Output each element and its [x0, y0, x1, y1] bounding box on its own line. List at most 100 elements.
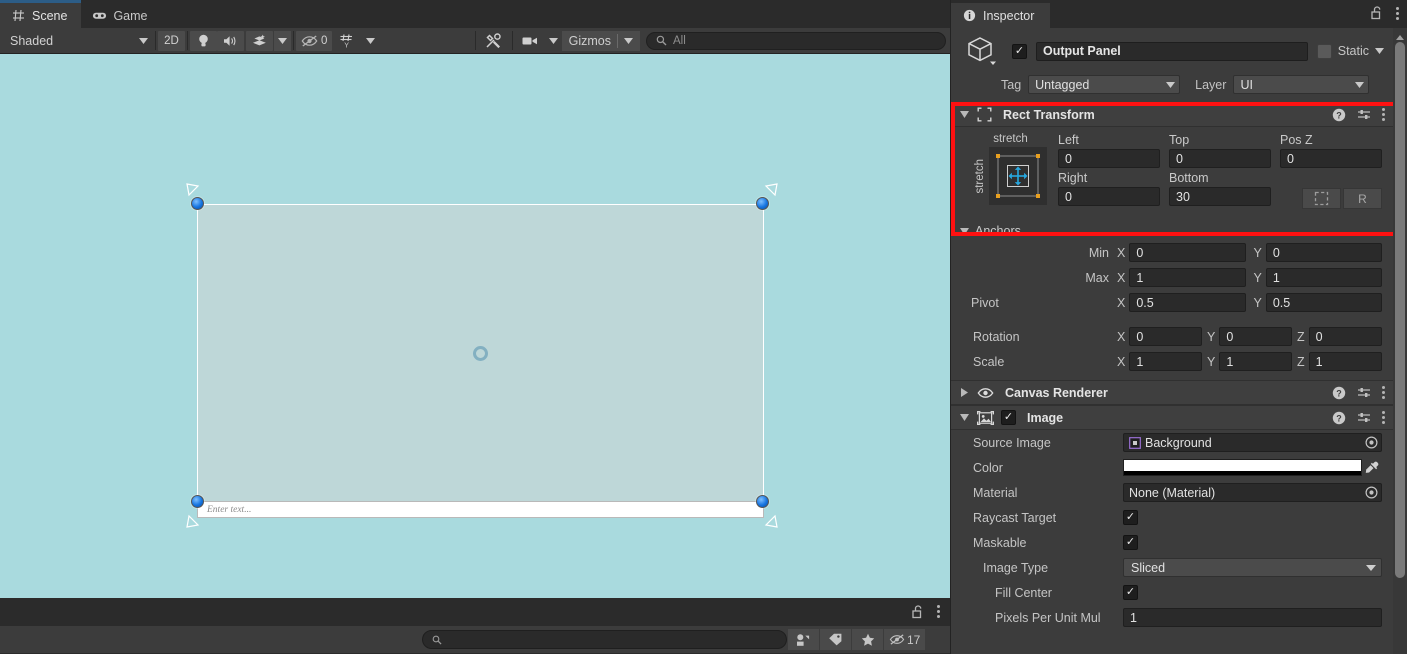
right-input[interactable]: 0: [1058, 187, 1160, 206]
grid-dropdown[interactable]: [362, 31, 379, 51]
tag-icon[interactable]: [820, 629, 851, 650]
hidden-objects-button[interactable]: 0: [296, 30, 333, 51]
preset-icon[interactable]: [1357, 386, 1371, 400]
gizmos-button[interactable]: Gizmos: [561, 30, 640, 51]
preset-icon[interactable]: [1357, 411, 1371, 425]
help-icon[interactable]: ?: [1332, 411, 1346, 425]
scene-viewport[interactable]: Enter text...: [0, 54, 950, 598]
tab-scene[interactable]: Scene: [0, 0, 82, 28]
left-input[interactable]: 0: [1058, 149, 1160, 168]
scene-text-input[interactable]: Enter text...: [197, 501, 764, 518]
anchor-max-y-input[interactable]: 1: [1265, 268, 1382, 287]
foldout-collapsed-icon[interactable]: [959, 387, 970, 398]
anchor-min-x-input[interactable]: 0: [1129, 243, 1246, 262]
pivot-y-input[interactable]: 0.5: [1265, 293, 1382, 312]
static-checkbox[interactable]: [1316, 43, 1332, 59]
image-component-header[interactable]: ✓ Image ?: [951, 405, 1394, 430]
resize-handle-bottom-left[interactable]: [191, 495, 204, 508]
hidden-count-button[interactable]: 17: [884, 629, 926, 650]
chevron-down-icon[interactable]: [1375, 48, 1384, 54]
pivot-gizmo[interactable]: [473, 346, 488, 361]
top-input[interactable]: 0: [1169, 149, 1271, 168]
anchor-preset-widget[interactable]: stretch stretch: [963, 133, 1058, 212]
kebab-menu-icon[interactable]: [1396, 6, 1399, 20]
tab-inspector[interactable]: Inspector: [951, 3, 1051, 28]
star-icon[interactable]: [852, 629, 883, 650]
pixels-per-unit-input[interactable]: 1: [1123, 608, 1382, 627]
kebab-menu-icon[interactable]: [1382, 386, 1385, 399]
pivot-x-input[interactable]: 0.5: [1129, 293, 1246, 312]
foldout-expanded-icon[interactable]: [959, 412, 970, 423]
scene-search-input[interactable]: All: [646, 31, 946, 50]
anchor-max-x-input[interactable]: 1: [1129, 268, 1246, 287]
wrench-screwdriver-icon[interactable]: [478, 31, 510, 51]
rotation-x-input[interactable]: 0: [1129, 327, 1202, 346]
kebab-menu-icon[interactable]: [1382, 411, 1385, 424]
tag-dropdown[interactable]: Untagged: [1028, 75, 1181, 94]
resize-handle-bottom-right[interactable]: [756, 495, 769, 508]
anchor-min-row: Min X 0 Y 0: [951, 240, 1394, 265]
posz-input[interactable]: 0: [1280, 149, 1382, 168]
anchor-min-y-input[interactable]: 0: [1265, 243, 1382, 262]
rotation-z-input[interactable]: 0: [1308, 327, 1382, 346]
padlock-open-icon[interactable]: [1371, 6, 1383, 20]
object-filter-icon[interactable]: [788, 629, 819, 650]
eyedropper-icon[interactable]: [1362, 461, 1382, 475]
help-icon[interactable]: ?: [1332, 386, 1346, 400]
tab-game[interactable]: Game: [81, 3, 161, 28]
source-image-object-field[interactable]: Background: [1123, 433, 1382, 452]
anchor-preset-box[interactable]: [989, 147, 1047, 205]
draw-mode-dropdown[interactable]: Shaded: [3, 31, 153, 51]
padlock-open-icon[interactable]: [912, 604, 924, 619]
scale-x-input[interactable]: 1: [1129, 352, 1202, 371]
camera-dropdown[interactable]: [545, 31, 562, 51]
maskable-checkbox[interactable]: ✓: [1123, 535, 1138, 550]
layer-dropdown[interactable]: UI: [1233, 75, 1370, 94]
object-picker-icon[interactable]: [1364, 485, 1379, 500]
raycast-target-checkbox[interactable]: ✓: [1123, 510, 1138, 525]
fill-center-label: Fill Center: [995, 585, 1052, 600]
kebab-menu-icon[interactable]: [937, 605, 940, 618]
color-swatch[interactable]: [1123, 459, 1362, 476]
fill-center-checkbox[interactable]: ✓: [1123, 585, 1138, 600]
preset-icon[interactable]: [1357, 108, 1371, 122]
axis-y-label: Y: [1253, 270, 1262, 285]
image-enabled-checkbox[interactable]: ✓: [1001, 410, 1016, 425]
anchor-arrow-bottom-right[interactable]: [762, 512, 779, 529]
bottom-input[interactable]: 30: [1169, 187, 1271, 206]
resize-handle-top-right[interactable]: [756, 197, 769, 210]
speaker-icon[interactable]: [217, 30, 244, 51]
image-component-icon: [977, 410, 994, 425]
material-object-field[interactable]: None (Material): [1123, 483, 1382, 502]
rotation-x-value: 0: [1136, 329, 1144, 344]
toggle-2d-button[interactable]: 2D: [158, 30, 185, 51]
object-picker-icon[interactable]: [1364, 435, 1379, 450]
canvas-renderer-header[interactable]: Canvas Renderer ?: [951, 380, 1394, 405]
scroll-up-arrow-icon[interactable]: [1396, 29, 1404, 43]
canvas-renderer-title: Canvas Renderer: [1005, 385, 1108, 400]
scale-y-input[interactable]: 1: [1219, 352, 1292, 371]
image-type-dropdown[interactable]: Sliced: [1123, 558, 1382, 577]
blueprint-mode-button[interactable]: [1302, 188, 1341, 209]
rect-transform-header[interactable]: Rect Transform ?: [951, 102, 1394, 127]
camera-icon[interactable]: [517, 31, 544, 51]
lightbulb-icon[interactable]: [190, 30, 217, 51]
effects-dropdown[interactable]: [274, 30, 291, 51]
foldout-expanded-icon[interactable]: [959, 109, 970, 120]
object-enabled-checkbox[interactable]: ✓: [1012, 43, 1027, 59]
help-icon[interactable]: ?: [1332, 108, 1346, 122]
inspector-scroll-thumb[interactable]: [1395, 42, 1405, 578]
kebab-menu-icon[interactable]: [1382, 108, 1385, 121]
fx-layers-icon[interactable]: [246, 30, 273, 51]
grid-snap-icon[interactable]: Y: [334, 31, 361, 51]
anchor-max-row: Max X 1 Y 1: [951, 265, 1394, 290]
resize-handle-top-left[interactable]: [191, 197, 204, 210]
hierarchy-search-input[interactable]: [422, 630, 787, 649]
raw-mode-button[interactable]: R: [1343, 188, 1382, 209]
scale-z-input[interactable]: 1: [1308, 352, 1382, 371]
anchor-arrow-bottom-left[interactable]: [185, 512, 202, 529]
rotation-y-input[interactable]: 0: [1219, 327, 1292, 346]
inspector-scrollbar[interactable]: [1393, 28, 1407, 654]
object-name-input[interactable]: Output Panel: [1036, 41, 1308, 61]
anchors-foldout[interactable]: Anchors: [951, 220, 1394, 240]
